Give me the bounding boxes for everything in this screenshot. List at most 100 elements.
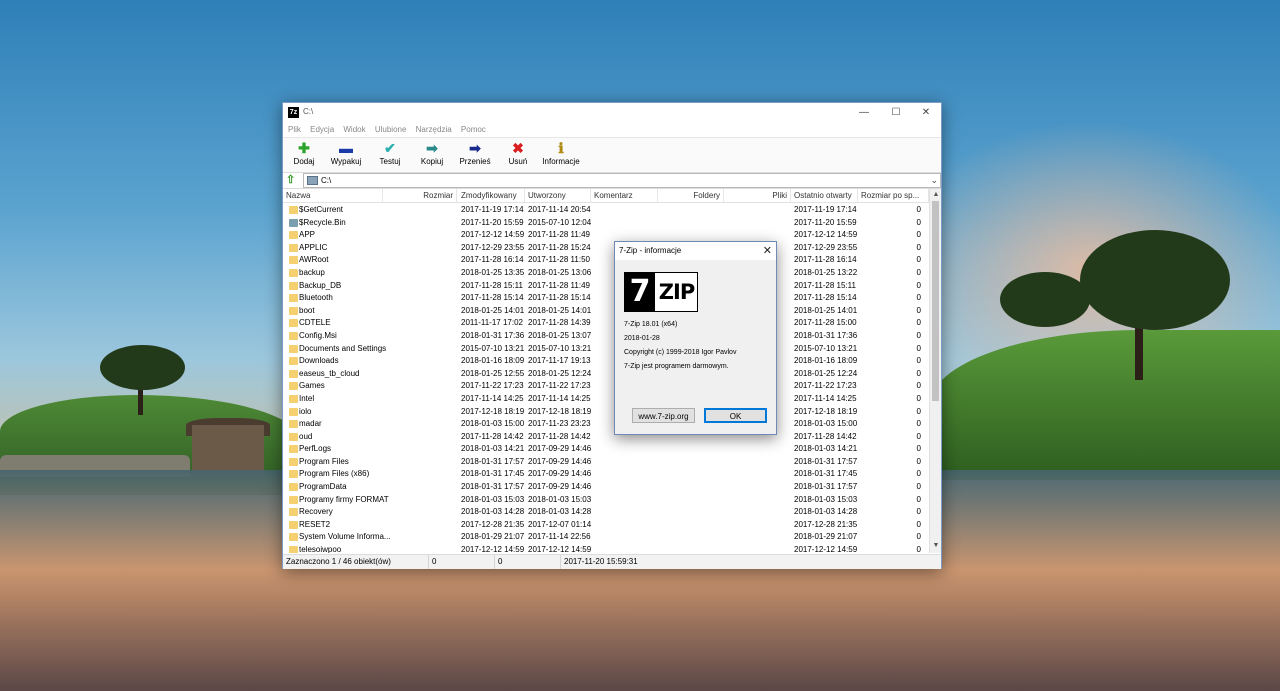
column-header-size[interactable]: Rozmiar (383, 189, 457, 202)
dialog-title-bar[interactable]: 7-Zip - informacje ✕ (615, 242, 776, 260)
file-accessed: 2017-12-28 21:35 (794, 519, 858, 529)
list-item[interactable]: Program Files 2018-01-31 17:57 2017-09-29 … (283, 456, 929, 469)
file-accessed: 2018-01-03 15:03 (794, 494, 858, 504)
list-item[interactable]: Recovery 2018-01-03 14:28 2018-01-03 14:28… (283, 506, 929, 519)
list-item[interactable]: Bluetooth 2017-11-28 15:14 2017-11-28 15:1… (283, 292, 929, 305)
list-item[interactable]: APP 2017-12-12 14:59 2017-11-28 11:49 2017-… (283, 229, 929, 242)
file-packed-size: 0 (916, 356, 921, 366)
menu-plik[interactable]: Plik (288, 123, 301, 136)
file-accessed: 2017-12-12 14:59 (794, 545, 858, 553)
list-item[interactable]: $Recycle.Bin 2017-11-20 15:59 2015-07-10 1… (283, 217, 929, 230)
list-item[interactable]: System Volume Informa... 2018-01-29 21:07… (283, 531, 929, 544)
drive-icon (307, 176, 318, 185)
file-packed-size: 0 (916, 293, 921, 303)
column-header-packed-size[interactable]: Rozmiar po sp... (858, 189, 929, 202)
maximize-button[interactable]: ☐ (881, 103, 911, 122)
list-item[interactable]: $GetCurrent 2017-11-19 17:14 2017-11-14 20… (283, 204, 929, 217)
file-modified: 2018-01-03 14:21 (461, 444, 525, 454)
list-item[interactable]: easeus_tb_cloud 2018-01-25 12:55 2018-01-2… (283, 368, 929, 381)
column-header-modified[interactable]: Zmodyfikowany (458, 189, 525, 202)
file-modified: 2018-01-16 18:09 (461, 356, 525, 366)
about-version: 7-Zip 18.01 (x64) (624, 321, 678, 328)
list-item[interactable]: ProgramData 2018-01-31 17:57 2017-09-29 14… (283, 481, 929, 494)
list-item[interactable]: boot 2018-01-25 14:01 2018-01-25 14:01 2018… (283, 305, 929, 318)
folder-up-icon[interactable]: ⇧ (286, 174, 298, 186)
file-accessed: 2018-01-31 17:36 (794, 330, 858, 340)
file-packed-size: 0 (916, 330, 921, 340)
close-button[interactable]: ✕ (911, 103, 941, 122)
file-accessed: 2017-11-28 15:00 (794, 318, 857, 328)
file-created: 2017-11-14 14:25 (528, 393, 591, 403)
list-item[interactable]: Backup_DB 2017-11-28 15:11 2017-11-28 11:4… (283, 280, 929, 293)
dialog-close-icon[interactable]: ✕ (763, 244, 772, 258)
info-button[interactable]: ℹ Informacje (539, 139, 583, 170)
list-item[interactable]: telesoiwpoo 2017-12-12 14:59 2017-12-12 14… (283, 544, 929, 553)
folder-icon (289, 407, 298, 416)
column-header-files[interactable]: Pliki (724, 189, 791, 202)
copy-button[interactable]: ➡ Kopiuj (417, 139, 447, 170)
list-item[interactable]: AWRoot 2017-11-28 16:14 2017-11-28 11:50 20… (283, 254, 929, 267)
tree-left (100, 345, 185, 390)
title-bar[interactable]: 7z C:\ — ☐ ✕ (283, 103, 941, 122)
scroll-up-icon[interactable]: ▲ (931, 190, 941, 200)
list-item[interactable]: PerfLogs 2018-01-03 14:21 2017-09-29 14:46… (283, 443, 929, 456)
file-modified: 2018-01-03 14:28 (461, 507, 525, 517)
file-packed-size: 0 (916, 456, 921, 466)
folder-icon (289, 546, 298, 553)
list-item[interactable]: Programy firmy FORMAT 2018-01-03 15:03 201… (283, 494, 929, 507)
minimize-button[interactable]: — (849, 103, 879, 122)
move-button[interactable]: ➡ Przenieś (457, 139, 493, 170)
column-header-folders[interactable]: Foldery (658, 189, 724, 202)
file-accessed: 2017-11-20 15:59 (794, 217, 857, 227)
vertical-scrollbar[interactable]: ▲ ▼ (929, 189, 941, 553)
list-item[interactable]: APPLIC 2017-12-29 23:55 2017-11-28 15:24 20… (283, 242, 929, 255)
file-accessed: 2018-01-25 12:24 (794, 368, 858, 378)
scroll-down-icon[interactable]: ▼ (931, 541, 941, 551)
address-field[interactable]: C:\ ⌄ (303, 173, 941, 188)
list-item[interactable]: Intel 2017-11-14 14:25 2017-11-14 14:25 201… (283, 393, 929, 406)
list-item[interactable]: Program Files (x86) 2018-01-31 17:45 2017-… (283, 468, 929, 481)
scrollbar-thumb[interactable] (932, 201, 939, 401)
menu-ulubione[interactable]: Ulubione (375, 123, 407, 136)
file-created: 2017-09-29 14:46 (528, 469, 591, 479)
menu-edycja[interactable]: Edycja (310, 123, 334, 136)
list-item[interactable]: RESET2 2017-12-28 21:35 2017-12-07 01:14 20… (283, 519, 929, 532)
list-item[interactable]: Config.Msi 2018-01-31 17:36 2018-01-25 13:… (283, 330, 929, 343)
file-accessed: 2018-01-03 14:21 (794, 444, 858, 454)
column-header-created[interactable]: Utworzony (525, 189, 591, 202)
file-name: boot (299, 305, 315, 315)
list-item[interactable]: iolo 2017-12-18 18:19 2017-12-18 18:19 2017… (283, 406, 929, 419)
list-item[interactable]: Documents and Settings 2015-07-10 13:21 20… (283, 343, 929, 356)
file-packed-size: 0 (916, 368, 921, 378)
chevron-down-icon[interactable]: ⌄ (930, 174, 938, 186)
list-item[interactable]: madar 2018-01-03 15:00 2017-11-23 23:23 201… (283, 418, 929, 431)
list-item[interactable]: CDTELE 2011-11-17 17:02 2017-11-28 14:39 20… (283, 317, 929, 330)
file-accessed: 2017-11-28 15:11 (794, 280, 856, 290)
file-name: Intel (299, 393, 315, 403)
file-modified: 2017-11-28 16:14 (461, 255, 524, 265)
extract-label: Wypakuj (330, 157, 362, 166)
menu-widok[interactable]: Widok (343, 123, 365, 136)
column-header-name[interactable]: Nazwa (283, 189, 383, 202)
list-item[interactable]: backup 2018-01-25 13:35 2018-01-25 13:06 20… (283, 267, 929, 280)
add-button[interactable]: ✚ Dodaj (291, 139, 317, 170)
list-item[interactable]: Downloads 2018-01-16 18:09 2017-11-17 19:1… (283, 355, 929, 368)
file-created: 2017-11-23 23:23 (528, 419, 591, 429)
file-modified: 2017-12-12 14:59 (461, 230, 525, 240)
column-header-comment[interactable]: Komentarz (591, 189, 658, 202)
file-name: Documents and Settings (299, 343, 387, 353)
column-header-accessed[interactable]: Ostatnio otwarty (791, 189, 858, 202)
ok-button[interactable]: OK (704, 408, 767, 423)
folder-icon (289, 344, 298, 353)
file-packed-size: 0 (916, 507, 921, 517)
file-created: 2017-11-28 11:50 (528, 255, 590, 265)
extract-button[interactable]: ▬ Wypakuj (329, 139, 363, 170)
website-button[interactable]: www.7-zip.org (632, 408, 695, 423)
delete-button[interactable]: ✖ Usuń (505, 139, 531, 170)
file-created: 2018-01-03 14:28 (528, 507, 591, 517)
list-item[interactable]: Games 2017-11-22 17:23 2017-11-22 17:23 201… (283, 380, 929, 393)
test-button[interactable]: ✔ Testuj (375, 139, 405, 170)
menu-pomoc[interactable]: Pomoc (461, 123, 486, 136)
menu-narzedzia[interactable]: Narzędzia (416, 123, 452, 136)
list-item[interactable]: oud 2017-11-28 14:42 2017-11-28 14:42 2017-… (283, 431, 929, 444)
